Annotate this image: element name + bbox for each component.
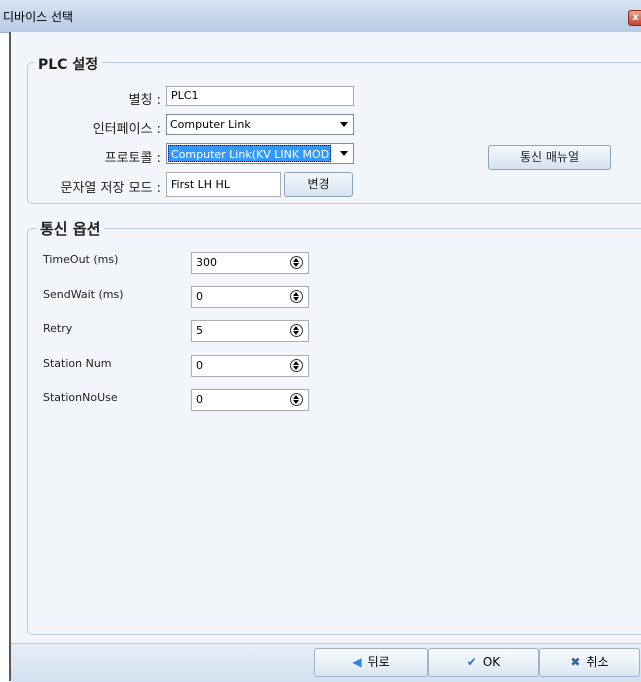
alias-label: 별칭 : — [128, 93, 161, 108]
cancel-button-label: 취소 — [586, 655, 609, 669]
back-button[interactable]: ◀ 뒤로 — [314, 648, 428, 677]
interface-select-value: Computer Link — [170, 118, 251, 131]
spinner-icon[interactable] — [290, 290, 303, 303]
ok-button[interactable]: ✔ OK — [428, 648, 539, 677]
spinner-icon[interactable] — [290, 359, 303, 372]
comm-manual-button[interactable]: 통신 매뉴얼 — [488, 145, 611, 170]
interface-label: 인터페이스 : — [92, 122, 161, 137]
station-num-label: Station Num — [43, 357, 112, 370]
back-button-label: 뒤로 — [367, 655, 390, 669]
protocol-select-value: Computer Link(KV LINK MODE — [168, 145, 331, 162]
protocol-label: 프로토콜 : — [104, 151, 161, 166]
x-icon: ✖ — [570, 655, 581, 669]
string-mode-label: 문자열 저장 모드 : — [60, 181, 162, 196]
checkmark-icon: ✔ — [466, 655, 477, 669]
plc-settings-legend: PLC 설정 — [34, 54, 103, 74]
title-bar: 디바이스 선택 x — [0, 0, 641, 33]
timeout-label: TimeOut (ms) — [43, 253, 119, 266]
interface-select[interactable]: Computer Link — [166, 114, 354, 135]
sendwait-label: SendWait (ms) — [43, 288, 124, 301]
change-button[interactable]: 변경 — [284, 172, 353, 197]
close-icon[interactable]: x — [628, 10, 641, 26]
station-nouse-label: StationNoUse — [43, 391, 118, 404]
chevron-down-icon — [340, 122, 348, 127]
arrow-left-icon: ◀ — [352, 655, 362, 669]
dialog-body: PLC 설정 별칭 : PLC1 인터페이스 : Computer Link 프… — [11, 32, 641, 682]
spinner-icon[interactable] — [290, 256, 303, 269]
window-title: 디바이스 선택 — [3, 10, 74, 24]
dialog-footer: ◀ 뒤로 ✔ OK ✖ 취소 — [11, 643, 641, 682]
alias-input[interactable]: PLC1 — [166, 86, 354, 106]
retry-label: Retry — [43, 322, 73, 335]
chevron-down-icon — [340, 151, 348, 156]
spinner-icon[interactable] — [290, 393, 303, 406]
spinner-icon[interactable] — [290, 324, 303, 337]
string-mode-input[interactable]: First LH HL — [166, 172, 281, 197]
comm-options-legend: 통신 옵션 — [36, 218, 105, 239]
ok-button-label: OK — [482, 655, 501, 669]
cancel-button[interactable]: ✖ 취소 — [539, 648, 640, 677]
protocol-select[interactable]: Computer Link(KV LINK MODE — [166, 143, 354, 164]
